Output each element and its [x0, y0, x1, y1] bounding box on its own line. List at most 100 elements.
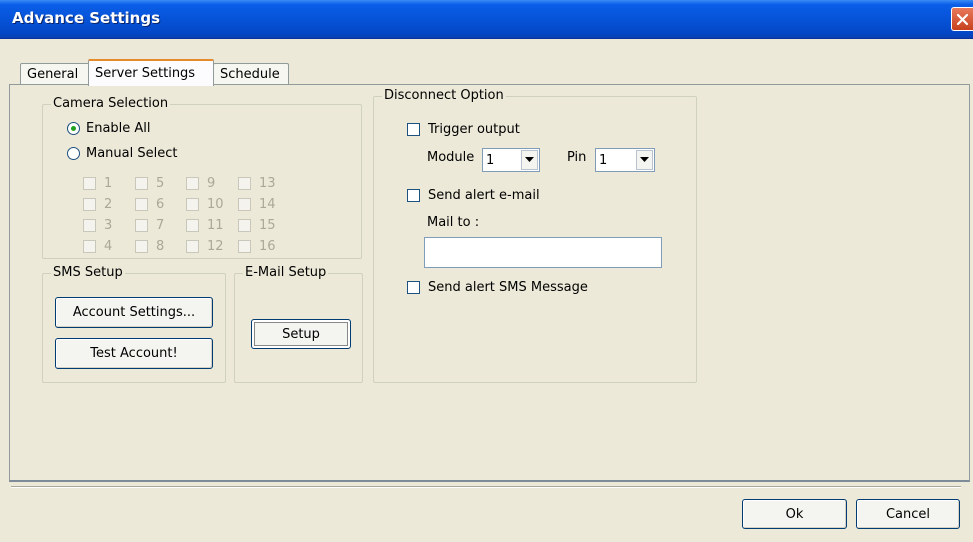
pin-value: 1 — [599, 152, 608, 168]
camera-option: 9 — [186, 176, 215, 191]
camera-checkbox — [83, 198, 96, 211]
camera-option: 10 — [186, 197, 224, 212]
tab-panel-body: Camera Selection Enable All Manual Selec… — [10, 85, 969, 480]
camera-checkbox — [135, 177, 148, 190]
email-setup-group: E-Mail Setup Setup — [234, 265, 363, 383]
camera-checkbox — [83, 219, 96, 232]
camera-checkbox — [83, 177, 96, 190]
camera-checkbox — [83, 240, 96, 253]
camera-number-label: 5 — [156, 176, 165, 191]
camera-selection-legend: Camera Selection — [51, 96, 171, 111]
test-account-label: Test Account! — [90, 346, 178, 361]
trigger-output-checkbox[interactable] — [407, 123, 420, 136]
camera-option: 6 — [135, 197, 164, 212]
camera-option: 8 — [135, 239, 164, 254]
window-title: Advance Settings — [12, 9, 161, 27]
send-email-option[interactable]: Send alert e-mail — [407, 188, 540, 203]
camera-checkbox — [238, 240, 251, 253]
camera-number-label: 15 — [259, 218, 276, 233]
close-button[interactable] — [951, 7, 973, 31]
module-select[interactable]: 1 — [482, 148, 540, 172]
manual-select-option[interactable]: Manual Select — [67, 146, 177, 161]
account-settings-button[interactable]: Account Settings... — [55, 297, 213, 328]
camera-option: 4 — [83, 239, 112, 254]
camera-number-label: 6 — [156, 197, 165, 212]
mail-to-input[interactable] — [424, 237, 662, 268]
camera-number-label: 12 — [207, 239, 224, 254]
tab-server-settings[interactable]: Server Settings — [88, 59, 214, 86]
test-account-button[interactable]: Test Account! — [55, 338, 213, 369]
module-dropdown-arrow[interactable] — [521, 150, 538, 170]
camera-option: 3 — [83, 218, 112, 233]
camera-option: 7 — [135, 218, 164, 233]
tab-panel-server-settings: Camera Selection Enable All Manual Selec… — [9, 84, 970, 482]
camera-checkbox — [186, 198, 199, 211]
tab-general-label: General — [27, 67, 79, 82]
camera-number-label: 3 — [104, 218, 113, 233]
tab-schedule[interactable]: Schedule — [213, 63, 289, 85]
disconnect-option-legend: Disconnect Option — [382, 88, 506, 103]
trigger-output-label: Trigger output — [428, 122, 520, 137]
send-sms-label: Send alert SMS Message — [428, 280, 588, 295]
send-sms-option[interactable]: Send alert SMS Message — [407, 280, 588, 295]
camera-checkbox — [135, 219, 148, 232]
camera-number-label: 1 — [104, 176, 113, 191]
sms-setup-group: SMS Setup Account Settings... Test Accou… — [42, 265, 226, 383]
camera-number-label: 4 — [104, 239, 113, 254]
camera-checkbox — [135, 198, 148, 211]
camera-number-label: 10 — [207, 197, 224, 212]
camera-option: 2 — [83, 197, 112, 212]
camera-selection-group: Camera Selection Enable All Manual Selec… — [42, 96, 362, 259]
module-value: 1 — [486, 152, 495, 168]
chevron-down-icon — [525, 157, 534, 162]
cancel-button[interactable]: Cancel — [856, 499, 960, 529]
title-bar: Advance Settings — [0, 0, 973, 39]
camera-option: 13 — [238, 176, 276, 191]
camera-checkbox — [186, 240, 199, 253]
camera-number-label: 2 — [104, 197, 113, 212]
camera-checkbox — [238, 219, 251, 232]
camera-number-label: 14 — [259, 197, 276, 212]
enable-all-label: Enable All — [86, 121, 151, 136]
camera-option: 15 — [238, 218, 276, 233]
pin-select[interactable]: 1 — [595, 148, 655, 172]
camera-option: 11 — [186, 218, 224, 233]
trigger-output-option[interactable]: Trigger output — [407, 122, 520, 137]
email-setup-label: Setup — [282, 326, 320, 342]
camera-number-label: 8 — [156, 239, 165, 254]
enable-all-radio[interactable] — [67, 122, 80, 135]
camera-number-label: 7 — [156, 218, 165, 233]
camera-option: 12 — [186, 239, 224, 254]
mail-to-label: Mail to : — [427, 215, 480, 230]
account-settings-label: Account Settings... — [72, 305, 196, 320]
camera-checkbox — [135, 240, 148, 253]
enable-all-option[interactable]: Enable All — [67, 121, 151, 136]
camera-number-label: 13 — [259, 176, 276, 191]
send-sms-checkbox[interactable] — [407, 281, 420, 294]
camera-number-label: 9 — [207, 176, 216, 191]
camera-checkbox — [186, 177, 199, 190]
camera-option: 1 — [83, 176, 112, 191]
email-setup-button[interactable]: Setup — [251, 319, 351, 349]
tab-general[interactable]: General — [20, 63, 90, 85]
ok-label: Ok — [785, 506, 804, 522]
send-email-label: Send alert e-mail — [428, 188, 540, 203]
disconnect-option-group: Disconnect Option Trigger output Module … — [373, 88, 697, 383]
camera-number-label: 11 — [207, 218, 224, 233]
manual-select-label: Manual Select — [86, 146, 178, 161]
cancel-label: Cancel — [885, 506, 931, 522]
manual-select-radio[interactable] — [67, 147, 80, 160]
camera-option: 14 — [238, 197, 276, 212]
close-icon — [956, 13, 969, 26]
ok-button[interactable]: Ok — [742, 499, 847, 529]
tab-schedule-label: Schedule — [220, 67, 280, 82]
pin-dropdown-arrow[interactable] — [636, 150, 653, 170]
module-label: Module — [427, 150, 475, 165]
pin-label: Pin — [567, 150, 587, 165]
camera-option: 5 — [135, 176, 164, 191]
camera-option: 16 — [238, 239, 276, 254]
send-email-checkbox[interactable] — [407, 189, 420, 202]
camera-checkbox — [238, 177, 251, 190]
chevron-down-icon — [640, 157, 649, 162]
camera-checkbox — [186, 219, 199, 232]
